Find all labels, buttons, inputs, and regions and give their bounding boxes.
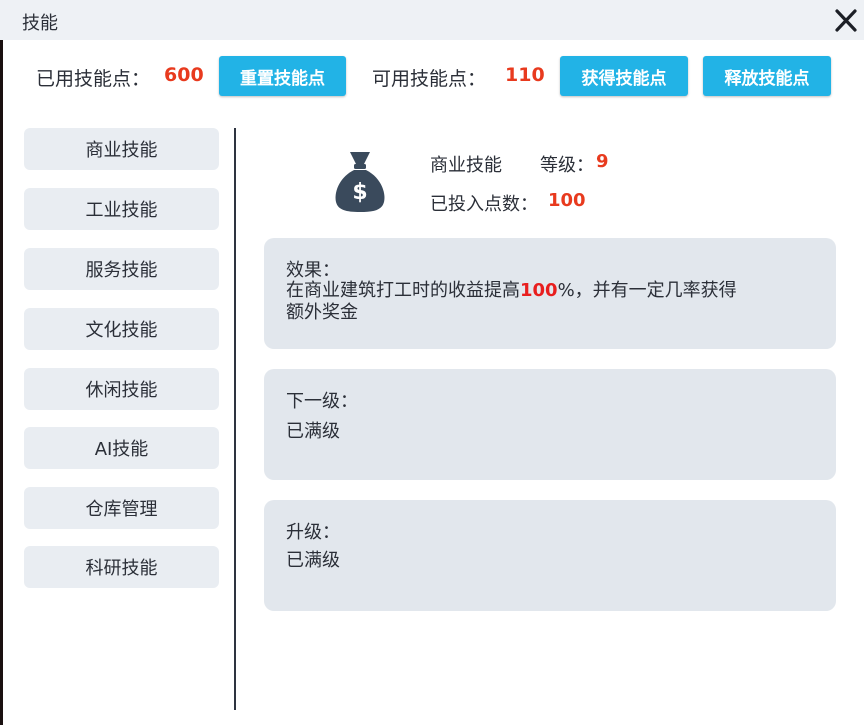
effect-text: 在商业建筑打工时的收益提高 xyxy=(286,280,520,301)
release-points-button[interactable]: 释放技能点 xyxy=(703,56,831,96)
upgrade-panel: 升级： 已满级 xyxy=(264,500,836,611)
effect-text-tail: %，并有一定几率获得 xyxy=(557,280,737,301)
category-culture[interactable]: 文化技能 xyxy=(24,308,219,350)
vertical-divider xyxy=(234,128,236,710)
effect-highlight: 100 xyxy=(520,280,558,301)
reset-points-button[interactable]: 重置技能点 xyxy=(219,56,346,96)
invested-points-label: 已投入点数： xyxy=(430,194,538,215)
close-icon xyxy=(835,9,857,32)
points-bar: 已用技能点： 600 重置技能点 可用技能点： 110 获得技能点 释放技能点 xyxy=(0,40,864,116)
effect-panel: 效果： 在商业建筑打工时的收益提高100%，并有一定几率获得 额外奖金 xyxy=(264,238,836,349)
effect-title: 效果： xyxy=(286,260,340,281)
get-points-button[interactable]: 获得技能点 xyxy=(560,56,688,96)
category-service[interactable]: 服务技能 xyxy=(24,248,219,290)
category-warehouse[interactable]: 仓库管理 xyxy=(24,487,219,529)
level-value: 9 xyxy=(596,151,609,172)
upgrade-title: 升级： xyxy=(286,522,340,543)
invested-points-value: 100 xyxy=(548,190,586,211)
category-leisure[interactable]: 休闲技能 xyxy=(24,368,219,410)
category-ai[interactable]: AI技能 xyxy=(24,427,219,469)
available-points-label: 可用技能点： xyxy=(372,68,487,90)
category-research[interactable]: 科研技能 xyxy=(24,546,219,588)
close-button[interactable] xyxy=(830,3,862,37)
available-points-value: 110 xyxy=(505,64,545,86)
next-level-panel: 下一级： 已满级 xyxy=(264,369,836,480)
title-bar: 技能 xyxy=(0,0,864,40)
level-label: 等级： xyxy=(540,155,594,176)
money-bag-icon: $ xyxy=(335,152,385,212)
used-points-value: 600 xyxy=(164,64,204,86)
category-business[interactable]: 商业技能 xyxy=(24,128,219,170)
upgrade-value: 已满级 xyxy=(286,550,340,571)
svg-text:$: $ xyxy=(352,180,367,205)
skills-window: 技能 已用技能点： 600 重置技能点 可用技能点： 110 获得技能点 释放技… xyxy=(0,0,864,725)
effect-description: 在商业建筑打工时的收益提高100%，并有一定几率获得 额外奖金 xyxy=(286,280,826,324)
next-level-title: 下一级： xyxy=(286,391,358,412)
used-points-label: 已用技能点： xyxy=(36,68,151,90)
category-industry[interactable]: 工业技能 xyxy=(24,188,219,230)
skill-name: 商业技能 xyxy=(430,155,502,176)
window-title: 技能 xyxy=(22,13,58,34)
effect-text-line2: 额外奖金 xyxy=(286,302,358,323)
next-level-value: 已满级 xyxy=(286,421,340,442)
